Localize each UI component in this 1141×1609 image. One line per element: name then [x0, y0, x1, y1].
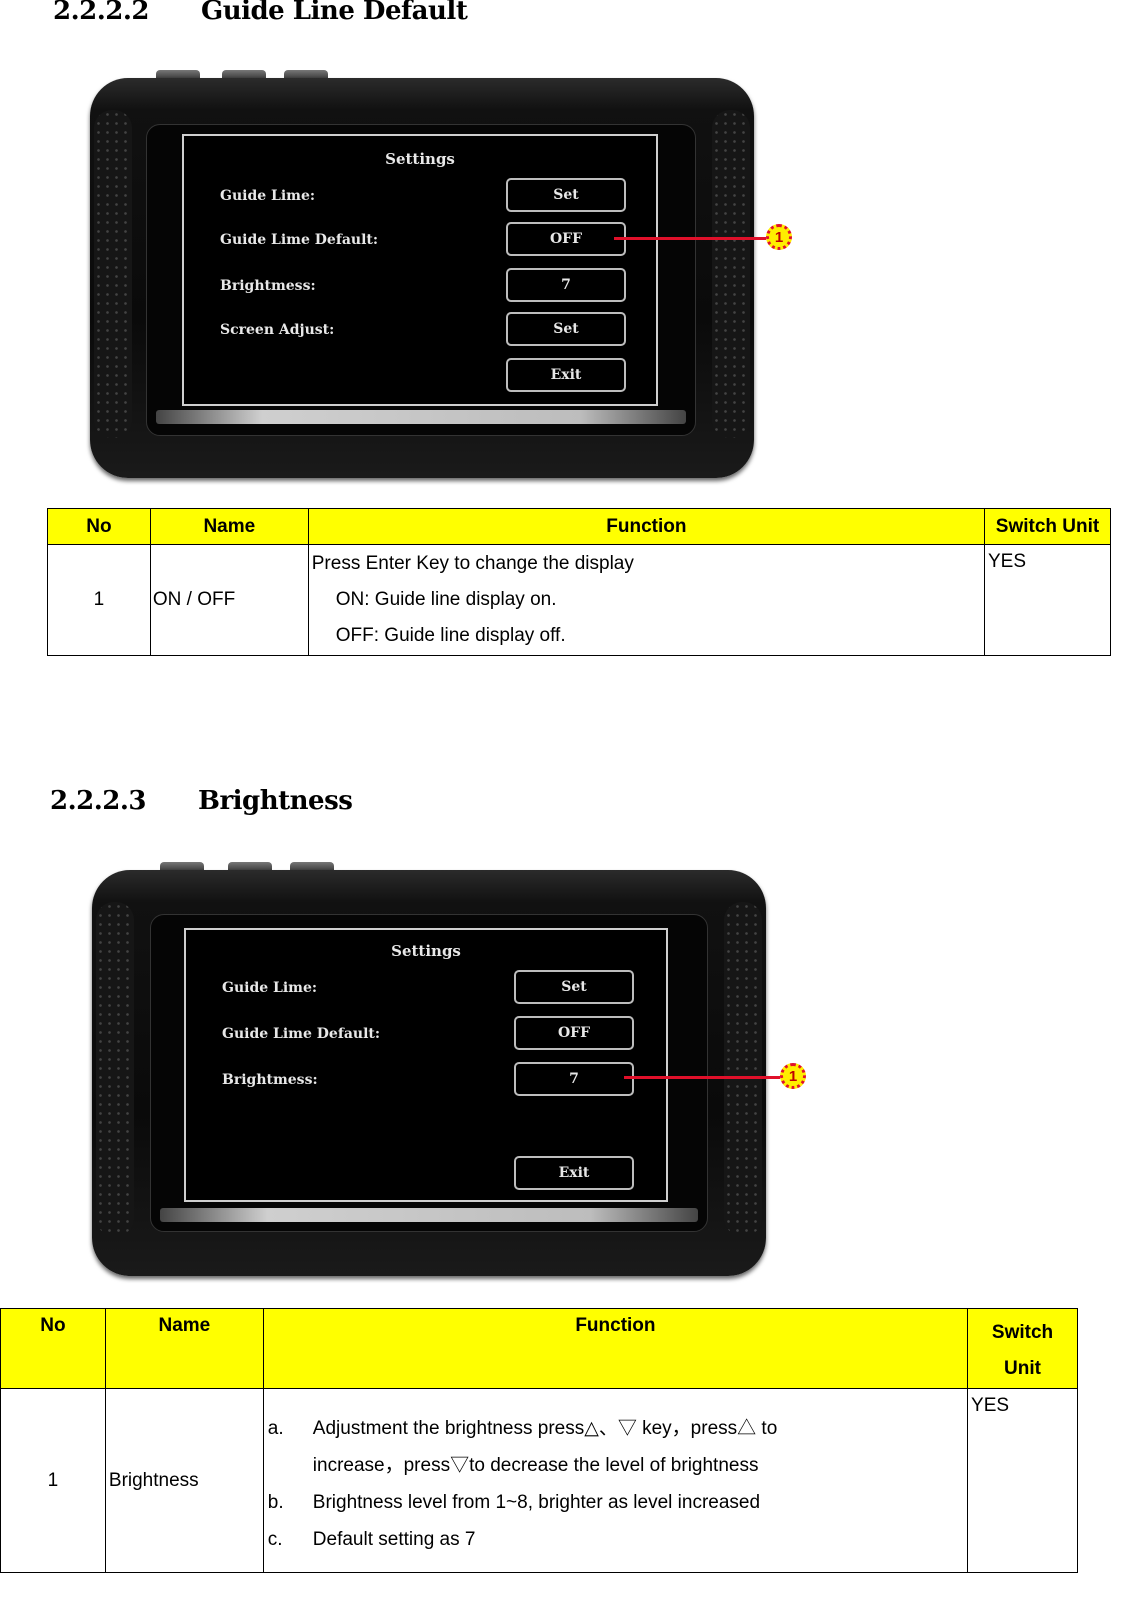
header-name: Name	[149, 508, 309, 545]
section-title: Guide Line Default	[201, 0, 468, 26]
settings-title: Settings	[385, 150, 455, 168]
exit-button[interactable]: Exit	[514, 1156, 634, 1190]
header-switch: Switch	[991, 1322, 1054, 1343]
brightness-value-button[interactable]: 7	[506, 268, 626, 302]
guide-line-set-button[interactable]: Set	[506, 178, 626, 212]
section-number: 2.2.2.2	[53, 0, 150, 26]
guide-line-default-toggle[interactable]: OFF	[506, 222, 626, 256]
brightness-value-button[interactable]: 7	[514, 1062, 634, 1096]
item-text: Default setting as 7	[312, 1529, 476, 1550]
label-guide-line: Guide Lime:	[222, 980, 318, 996]
item-marker	[268, 1447, 313, 1484]
header-switch-unit: Switch Unit	[984, 508, 1111, 545]
device-grip-left	[96, 902, 134, 1236]
label-guide-line-default: Guide Lime Default:	[220, 232, 379, 248]
spec-table-brightness: No Name Function Switch Unit 1 Brightnes…	[0, 1308, 1078, 1573]
guide-line-set-button[interactable]: Set	[514, 970, 634, 1004]
cell-switch-unit: YES	[984, 544, 1111, 656]
spec-table-guide-line-default: No Name Function Switch Unit 1 ON / OFF …	[47, 508, 1111, 656]
screen-adjust-set-button[interactable]: Set	[506, 312, 626, 346]
settings-screen: Settings Guide Lime: Set Guide Lime Defa…	[182, 134, 658, 406]
cell-function: Press Enter Key to change the display ON…	[307, 544, 986, 656]
device-grip-right	[712, 110, 750, 438]
section-title: Brightness	[198, 786, 353, 816]
header-no: No	[47, 508, 151, 545]
cell-no: 1	[47, 544, 151, 656]
device-image-guide-line-default: Settings Guide Lime: Set Guide Lime Defa…	[90, 70, 754, 478]
function-line: OFF: Guide line display off.	[335, 625, 566, 646]
function-line: Press Enter Key to change the display	[311, 553, 634, 574]
function-item: b. Brightness level from 1~8, brighter as…	[268, 1484, 966, 1521]
guide-line-default-toggle[interactable]: OFF	[514, 1016, 634, 1050]
cell-name: Brightness	[104, 1388, 264, 1573]
item-marker: a.	[267, 1418, 284, 1439]
header-name: Name	[104, 1308, 264, 1389]
header-function: Function	[262, 1308, 969, 1389]
function-line: ON: Guide line display on.	[335, 589, 557, 610]
function-item: c. Default setting as 7	[268, 1521, 966, 1558]
device-chrome-bar	[160, 1208, 698, 1222]
label-guide-line: Guide Lime:	[220, 188, 316, 204]
label-guide-line-default: Guide Lime Default:	[222, 1026, 381, 1042]
callout-badge: 1	[766, 224, 792, 250]
device-grip-left	[94, 110, 132, 438]
header-no: No	[0, 1308, 106, 1389]
table-row: 1 Brightness a. Adjustment the brightness…	[0, 1388, 1078, 1573]
cell-function: a. Adjustment the brightness press△、▽ key…	[262, 1388, 969, 1573]
settings-title: Settings	[391, 942, 461, 960]
item-marker: c.	[267, 1529, 283, 1550]
section-number: 2.2.2.3	[50, 786, 147, 816]
table-header-row: No Name Function Switch Unit	[47, 508, 1111, 545]
table-header-row: No Name Function Switch Unit	[0, 1308, 1078, 1389]
section-heading-brightness: 2.2.2.3 Brightness	[50, 786, 353, 816]
label-screen-adjust: Screen Adjust:	[220, 322, 335, 338]
cell-name: ON / OFF	[149, 544, 309, 656]
callout-badge: 1	[780, 1063, 806, 1089]
section-heading-guide-line-default: 2.2.2.2 Guide Line Default	[53, 0, 468, 26]
label-brightness: Brightmess:	[222, 1072, 318, 1088]
label-brightness: Brightmess:	[220, 278, 316, 294]
header-unit: Unit	[1004, 1358, 1041, 1379]
callout-line	[624, 1076, 780, 1079]
device-image-brightness: Settings Guide Lime: Set Guide Lime Defa…	[92, 862, 766, 1276]
table-row: 1 ON / OFF Press Enter Key to change the…	[47, 544, 1111, 656]
cell-switch-unit: YES	[967, 1388, 1078, 1573]
item-text: increase，press▽to decrease the level of …	[312, 1455, 759, 1476]
callout-line	[614, 237, 766, 240]
header-function: Function	[307, 508, 986, 545]
item-text: Brightness level from 1~8, brighter as l…	[312, 1492, 761, 1513]
function-item: increase，press▽to decrease the level of …	[268, 1447, 966, 1484]
header-switch-unit: Switch Unit	[967, 1308, 1078, 1389]
function-item: a. Adjustment the brightness press△、▽ key…	[268, 1410, 966, 1447]
device-grip-right	[724, 902, 762, 1236]
device-chrome-bar	[156, 410, 686, 424]
cell-no: 1	[0, 1388, 106, 1573]
item-marker: b.	[267, 1492, 284, 1513]
exit-button[interactable]: Exit	[506, 358, 626, 392]
settings-screen: Settings Guide Lime: Set Guide Lime Defa…	[184, 928, 668, 1202]
item-text: Adjustment the brightness press△、▽ key，p…	[312, 1418, 778, 1439]
